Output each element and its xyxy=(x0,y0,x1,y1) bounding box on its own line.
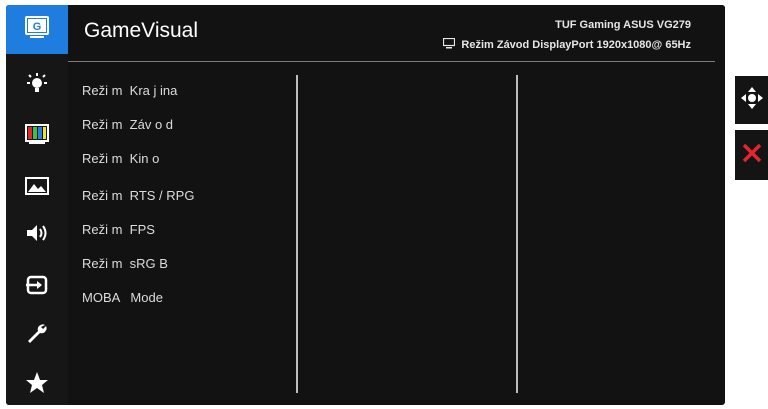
header: GameVisual TUF Gaming ASUS VG279 Režim Z… xyxy=(68,5,725,57)
input-select-icon xyxy=(25,273,49,302)
menu-item-fps[interactable]: Reži m FPS xyxy=(82,222,155,237)
system-setup-icon xyxy=(25,322,49,351)
sidebar: G xyxy=(6,5,68,405)
menu-item-landscape[interactable]: Reži m Kra j ina xyxy=(82,83,177,98)
navigate-button[interactable] xyxy=(735,76,768,124)
sound-icon xyxy=(25,221,49,250)
color-icon xyxy=(25,122,49,151)
image-icon xyxy=(25,174,49,203)
column-divider-2 xyxy=(516,75,518,393)
header-divider xyxy=(68,61,715,62)
close-button[interactable] xyxy=(735,130,768,180)
sidebar-item-input-select[interactable] xyxy=(6,269,68,305)
menu-item-cinema[interactable]: Reži m Kin o xyxy=(82,151,159,166)
sidebar-item-sound[interactable] xyxy=(6,217,68,253)
sidebar-item-image[interactable] xyxy=(6,170,68,206)
sidebar-item-color[interactable] xyxy=(6,118,68,154)
navigate-icon xyxy=(740,86,763,114)
close-icon xyxy=(741,142,763,169)
status-line: Režim Závod DisplayPort 1920x1080@ 65Hz xyxy=(443,37,691,52)
column-divider-1 xyxy=(296,75,298,393)
menu-item-racing[interactable]: Reži m Záv o d xyxy=(82,117,173,132)
sidebar-item-brightness[interactable] xyxy=(6,68,68,104)
monitor-icon xyxy=(443,37,456,52)
monitor-model: TUF Gaming ASUS VG279 xyxy=(555,19,691,31)
sidebar-item-favorite[interactable] xyxy=(6,367,68,403)
menu-item-moba[interactable]: MOBA Mode xyxy=(82,290,163,305)
sidebar-item-gamevisual[interactable]: G xyxy=(6,5,68,54)
svg-text:G: G xyxy=(33,21,42,33)
menu-item-rts-rpg[interactable]: Reži m RTS / RPG xyxy=(82,188,194,203)
gamevisual-icon: G xyxy=(25,15,49,44)
menu-item-srgb[interactable]: Reži m sRG B xyxy=(82,256,168,271)
sidebar-item-system-setup[interactable] xyxy=(6,318,68,354)
page-title: GameVisual xyxy=(84,19,199,42)
osd-window: G GameVisual TUF Gaming ASUS VG279 Režim… xyxy=(6,5,725,405)
favorite-star-icon xyxy=(25,371,49,400)
status-text: Režim Závod DisplayPort 1920x1080@ 65Hz xyxy=(461,39,691,51)
brightness-icon xyxy=(25,72,49,101)
